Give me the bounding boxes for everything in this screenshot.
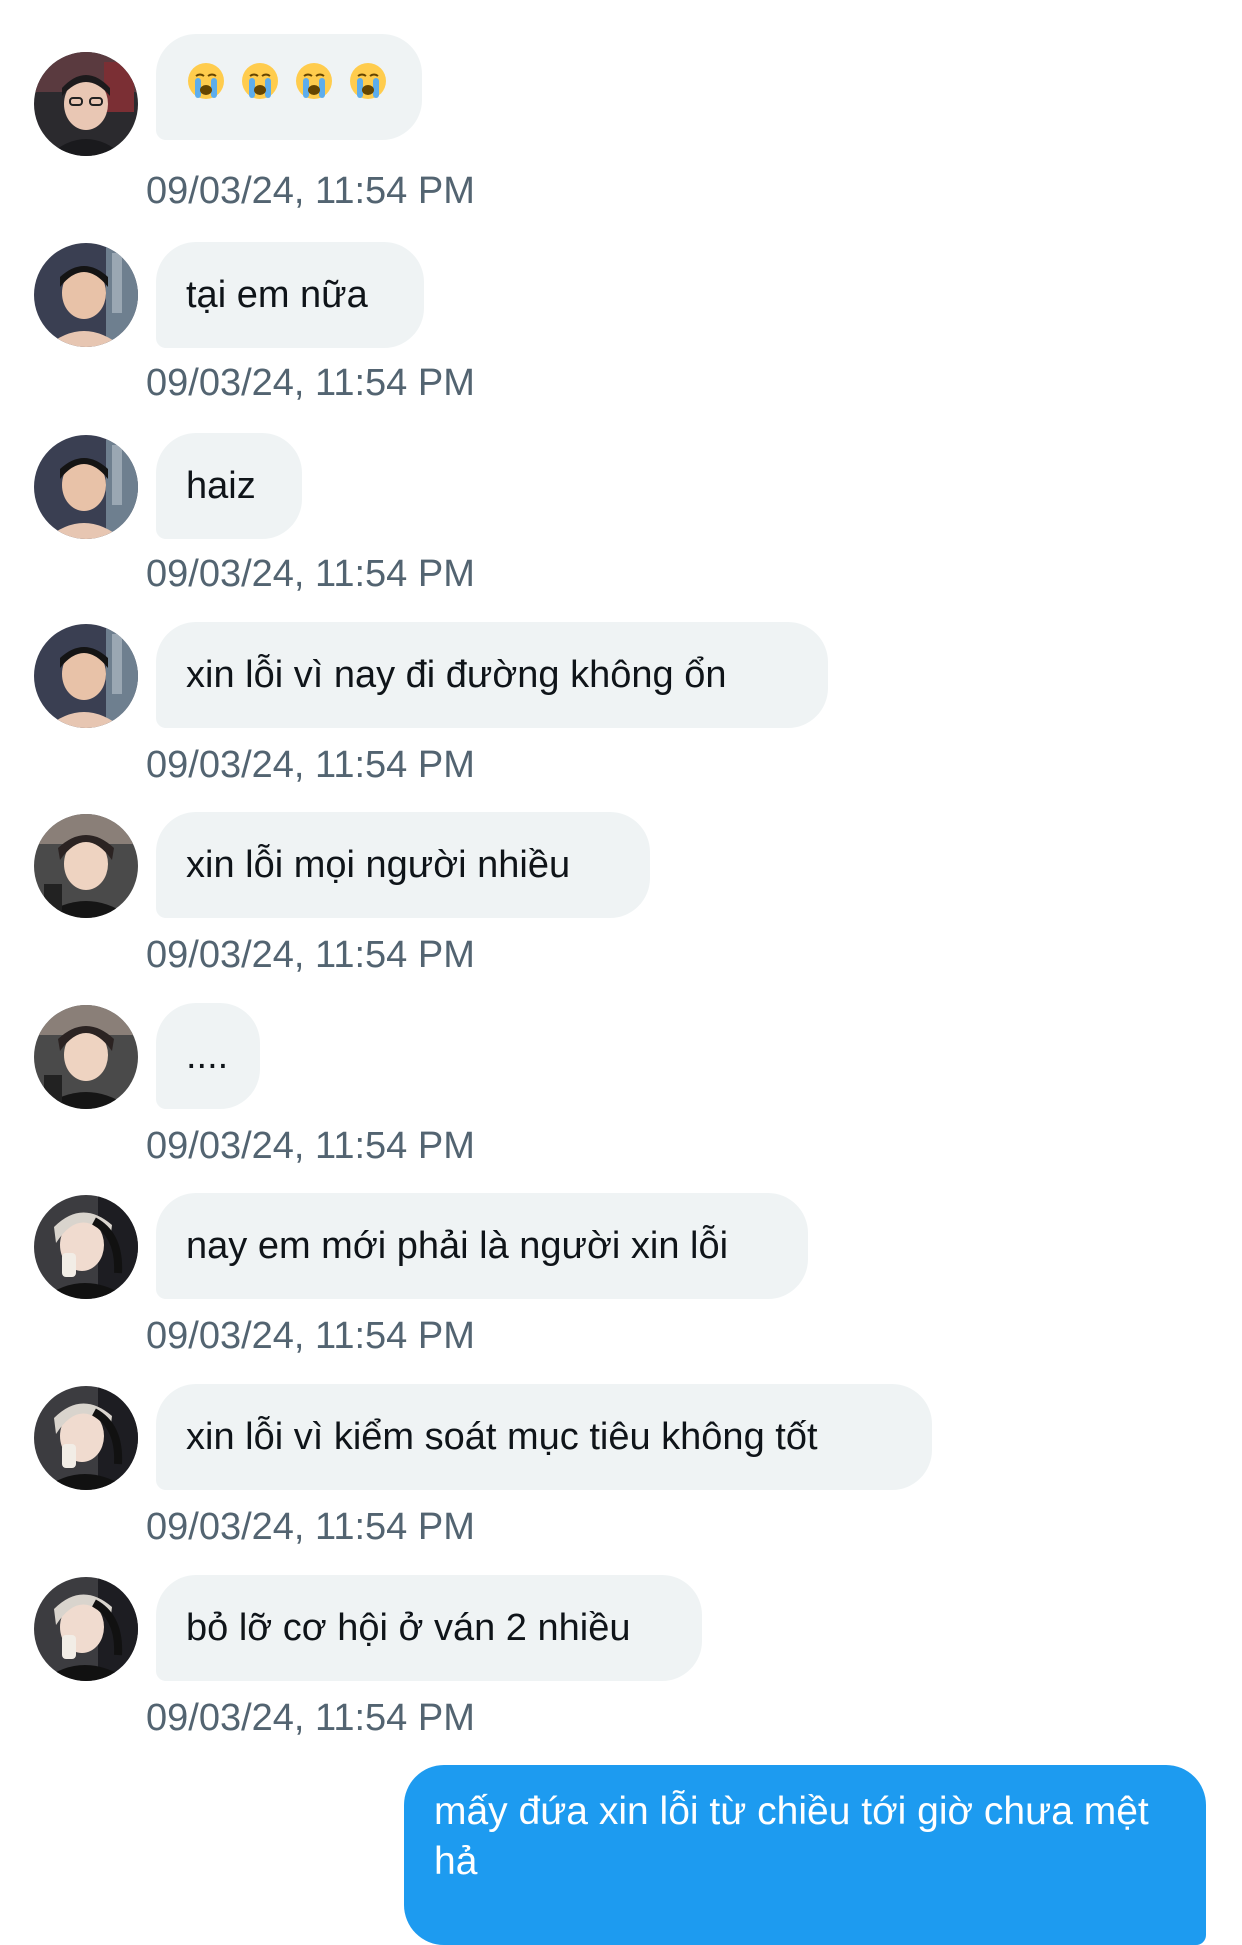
message-timestamp: 09/03/24, 11:54 PM bbox=[146, 1506, 475, 1548]
sender-avatar[interactable] bbox=[34, 52, 138, 156]
sender-avatar[interactable] bbox=[34, 1577, 138, 1681]
message-bubble[interactable] bbox=[156, 34, 422, 140]
sender-avatar[interactable] bbox=[34, 624, 138, 728]
message-timestamp: 09/03/24, 11:54 PM bbox=[146, 1125, 475, 1167]
sender-avatar[interactable] bbox=[34, 435, 138, 539]
message-timestamp: 09/03/24, 11:54 PM bbox=[146, 744, 475, 786]
message-bubble[interactable]: haiz bbox=[156, 433, 302, 539]
message-timestamp: 09/03/24, 11:54 PM bbox=[146, 170, 475, 212]
message-bubble[interactable]: xin lỗi vì nay đi đường không ổn bbox=[156, 622, 828, 728]
message-timestamp: 09/03/24, 11:54 PM bbox=[146, 553, 475, 595]
message-bubble[interactable]: xin lỗi mọi người nhiều bbox=[156, 812, 650, 918]
conversation-thread: 09/03/24, 11:54 PM tại em nữa 09/03/24, … bbox=[0, 0, 1242, 1945]
message-timestamp: 09/03/24, 11:54 PM bbox=[146, 1697, 475, 1739]
message-timestamp: 09/03/24, 11:54 PM bbox=[146, 934, 475, 976]
sender-avatar[interactable] bbox=[34, 814, 138, 918]
crying-face-icon bbox=[240, 36, 280, 142]
sender-avatar[interactable] bbox=[34, 1386, 138, 1490]
crying-face-icon bbox=[348, 36, 388, 142]
message-bubble[interactable]: nay em mới phải là người xin lỗi bbox=[156, 1193, 808, 1299]
outgoing-message-bubble[interactable]: mấy đứa xin lỗi từ chiều tới giờ chưa mệ… bbox=[404, 1765, 1206, 1945]
message-timestamp: 09/03/24, 11:54 PM bbox=[146, 1315, 475, 1357]
message-bubble[interactable]: bỏ lỡ cơ hội ở ván 2 nhiều bbox=[156, 1575, 702, 1681]
crying-face-icon bbox=[294, 36, 334, 142]
sender-avatar[interactable] bbox=[34, 1195, 138, 1299]
message-timestamp: 09/03/24, 11:54 PM bbox=[146, 362, 475, 404]
message-bubble[interactable]: tại em nữa bbox=[156, 242, 424, 348]
crying-face-icon bbox=[186, 36, 226, 142]
message-bubble[interactable]: .... bbox=[156, 1003, 260, 1109]
sender-avatar[interactable] bbox=[34, 243, 138, 347]
message-bubble[interactable]: xin lỗi vì kiểm soát mục tiêu không tốt bbox=[156, 1384, 932, 1490]
sender-avatar[interactable] bbox=[34, 1005, 138, 1109]
